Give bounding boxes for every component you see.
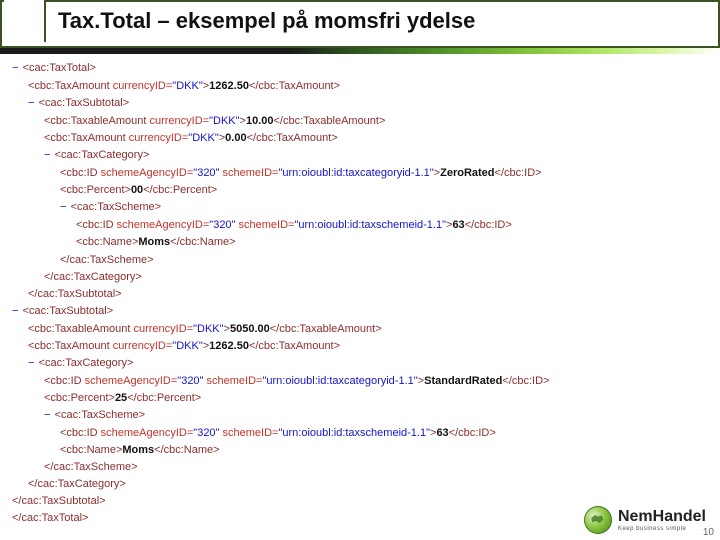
title-bar: Tax.Total – eksempel på momsfri ydelse [0,0,720,48]
slide: Tax.Total – eksempel på momsfri ydelse −… [0,0,720,540]
title-accent-box [4,0,46,42]
slide-title: Tax.Total – eksempel på momsfri ydelse [58,8,475,34]
globe-icon [584,506,612,534]
page-number: 10 [703,527,714,538]
footer-logo: NemHandel Keep business simple [584,506,706,534]
brand-name: NemHandel Keep business simple [618,508,706,532]
xml-code-block: −<cac:TaxTotal> <cbc:TaxAmount currencyI… [0,54,720,527]
